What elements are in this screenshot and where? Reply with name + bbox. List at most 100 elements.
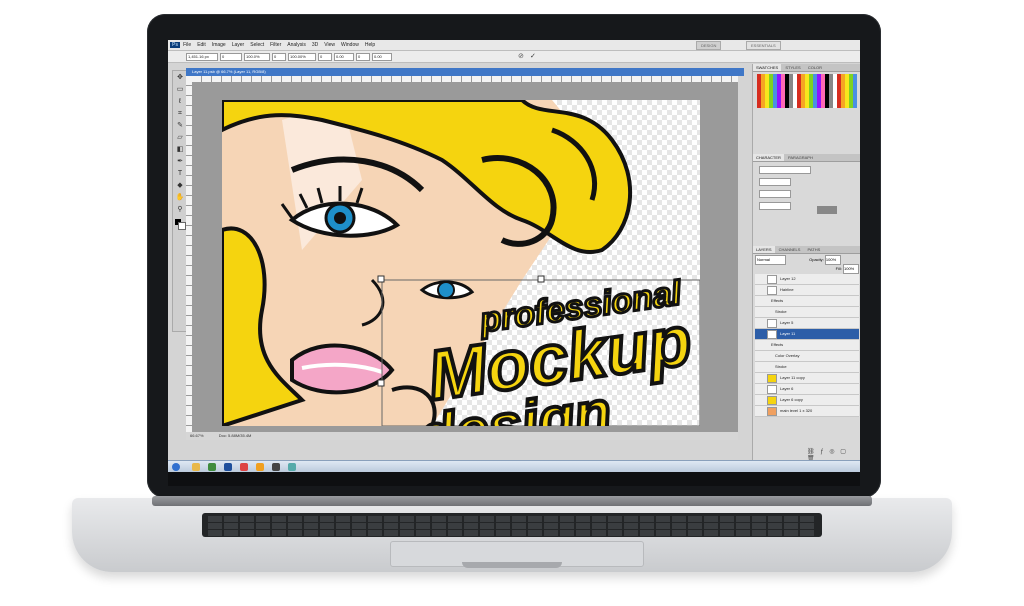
link-layers-icon[interactable]: ⛓ xyxy=(807,449,817,455)
background-color-swatch[interactable] xyxy=(178,222,186,230)
layer-thumbnail xyxy=(767,286,777,295)
hand-tool-icon[interactable]: ✋ xyxy=(175,193,185,202)
layer-row[interactable]: Hairline xyxy=(755,285,859,296)
new-layer-icon[interactable]: ▢ xyxy=(840,449,848,455)
tab-paragraph[interactable]: PARAGRAPH xyxy=(785,154,816,161)
transform-handle-ml[interactable] xyxy=(377,379,385,387)
option-field-skew-label[interactable]: 0 xyxy=(356,53,370,61)
start-button[interactable] xyxy=(172,463,180,471)
tab-swatches[interactable]: SWATCHES xyxy=(753,64,782,71)
menu-help[interactable]: Help xyxy=(362,42,378,48)
leading-field[interactable] xyxy=(759,190,791,198)
layer-row[interactable]: Effects xyxy=(755,296,859,307)
key-row xyxy=(208,530,816,536)
option-field-link[interactable]: 0 xyxy=(272,53,286,61)
menu-filter[interactable]: Filter xyxy=(267,42,284,48)
keyboard xyxy=(202,513,822,537)
font-size-field[interactable] xyxy=(759,178,791,186)
tab-color[interactable]: COLOR xyxy=(805,64,825,71)
document-tab[interactable]: Layer 11.psb @ 66.7% (Layer 11, RGB/8) xyxy=(186,68,744,76)
commit-transform-icon[interactable]: ✓ xyxy=(530,52,536,60)
options-bar: 1,451.16 px 0 100.0% 0 100.00% 0 0.00 0 … xyxy=(168,51,860,63)
menu-layer[interactable]: Layer xyxy=(229,42,248,48)
layer-row[interactable]: Effects xyxy=(755,340,859,351)
opacity-label: Opacity: xyxy=(809,257,824,262)
layer-row[interactable]: Layer 12 xyxy=(755,274,859,285)
eraser-tool-icon[interactable]: ▱ xyxy=(175,133,185,142)
cancel-transform-icon[interactable]: ⊘ xyxy=(518,52,524,60)
canvas[interactable]: professional Mockup design xyxy=(222,100,700,426)
pen-tool-icon[interactable]: ✒ xyxy=(175,157,185,166)
shape-tool-icon[interactable]: ◆ xyxy=(175,181,185,190)
crop-tool-icon[interactable]: ⌗ xyxy=(175,109,185,118)
transform-handle-tm[interactable] xyxy=(537,275,545,283)
photoshop-icon[interactable] xyxy=(224,463,232,471)
tab-character[interactable]: CHARACTER xyxy=(753,154,784,161)
option-field-h[interactable]: 100.00% xyxy=(288,53,316,61)
status-bar: 66.67% Doc: 5.88M/35.4M xyxy=(186,432,738,440)
swatches-grid[interactable] xyxy=(757,74,857,108)
menu-edit[interactable]: Edit xyxy=(194,42,209,48)
menu-image[interactable]: Image xyxy=(209,42,229,48)
transform-handle-tl[interactable] xyxy=(377,275,385,283)
text-color-swatch[interactable] xyxy=(817,206,837,214)
zoom-level[interactable]: 66.67% xyxy=(190,433,204,438)
menu-select[interactable]: Select xyxy=(247,42,267,48)
marquee-tool-icon[interactable]: ▭ xyxy=(175,85,185,94)
tab-paths[interactable]: PATHS xyxy=(805,246,824,253)
option-field-x[interactable]: 1,451.16 px xyxy=(186,53,218,61)
fill-field[interactable]: 100% xyxy=(843,264,859,274)
layer-row[interactable]: Stroke xyxy=(755,362,859,373)
document-window: Layer 11.psb @ 66.7% (Layer 11, RGB/8) p… xyxy=(186,68,744,440)
option-field-angle-label[interactable]: 0 xyxy=(318,53,332,61)
option-field-w[interactable]: 100.0% xyxy=(244,53,270,61)
layer-row[interactable]: main level 1 x 320 xyxy=(755,406,859,417)
key-row xyxy=(208,523,816,529)
tab-styles[interactable]: STYLES xyxy=(782,64,803,71)
move-tool-icon[interactable]: ✥ xyxy=(175,73,185,82)
app2-icon[interactable] xyxy=(288,463,296,471)
tab-channels[interactable]: CHANNELS xyxy=(776,246,804,253)
brush-tool-icon[interactable]: ✎ xyxy=(175,121,185,130)
layer-name: Layer 11 copy xyxy=(780,375,805,380)
menu-view[interactable]: View xyxy=(321,42,338,48)
option-field-angle[interactable]: 0.00 xyxy=(334,53,354,61)
tracking-field[interactable] xyxy=(759,202,791,210)
browser-icon[interactable] xyxy=(240,463,248,471)
layer-row[interactable]: Color Overlay xyxy=(755,351,859,362)
app-icon[interactable] xyxy=(208,463,216,471)
menu-analysis[interactable]: Analysis xyxy=(284,42,309,48)
font-family-select[interactable] xyxy=(759,166,811,174)
mask-icon[interactable]: ◎ xyxy=(829,449,836,455)
layer-thumbnail xyxy=(767,407,777,416)
laptop-foot xyxy=(462,562,562,568)
layer-row[interactable]: Stroke xyxy=(755,307,859,318)
iris-right xyxy=(437,281,455,299)
menu-3d[interactable]: 3D xyxy=(309,42,321,48)
ps-logo[interactable]: Ps xyxy=(170,42,181,48)
layer-row[interactable]: Layer 11 copy xyxy=(755,373,859,384)
zoom-tool-icon[interactable]: ⚲ xyxy=(175,205,185,214)
layer-thumbnail xyxy=(767,275,777,284)
text-tool-icon[interactable]: T xyxy=(175,169,185,178)
media-icon[interactable] xyxy=(272,463,280,471)
fx-icon[interactable]: ƒ xyxy=(820,449,825,455)
tab-layers[interactable]: LAYERS xyxy=(753,246,775,253)
layer-name: Effects xyxy=(771,298,784,303)
gradient-tool-icon[interactable]: ◧ xyxy=(175,145,185,154)
layer-row[interactable]: Layer 6 copy xyxy=(755,395,859,406)
workspace-design-button[interactable]: DESIGN xyxy=(696,41,722,50)
menu-window[interactable]: Window xyxy=(338,42,362,48)
firefox-icon[interactable] xyxy=(256,463,264,471)
workspace-essentials-button[interactable]: ESSENTIALS xyxy=(746,41,781,50)
layer-row[interactable]: Layer 5 xyxy=(755,318,859,329)
layer-row[interactable]: Layer 6 xyxy=(755,384,859,395)
lasso-tool-icon[interactable]: ℓ xyxy=(175,97,185,106)
option-field-y[interactable]: 0 xyxy=(220,53,242,61)
layer-name: Layer 6 xyxy=(780,386,794,391)
menu-file[interactable]: File xyxy=(180,42,194,48)
layers-tabbar: LAYERS CHANNELS PATHS xyxy=(753,246,860,254)
option-field-skew[interactable]: 0.00 xyxy=(372,53,392,61)
layer-row-selected[interactable]: Layer 11 xyxy=(755,329,859,340)
folder-icon[interactable] xyxy=(192,463,200,471)
